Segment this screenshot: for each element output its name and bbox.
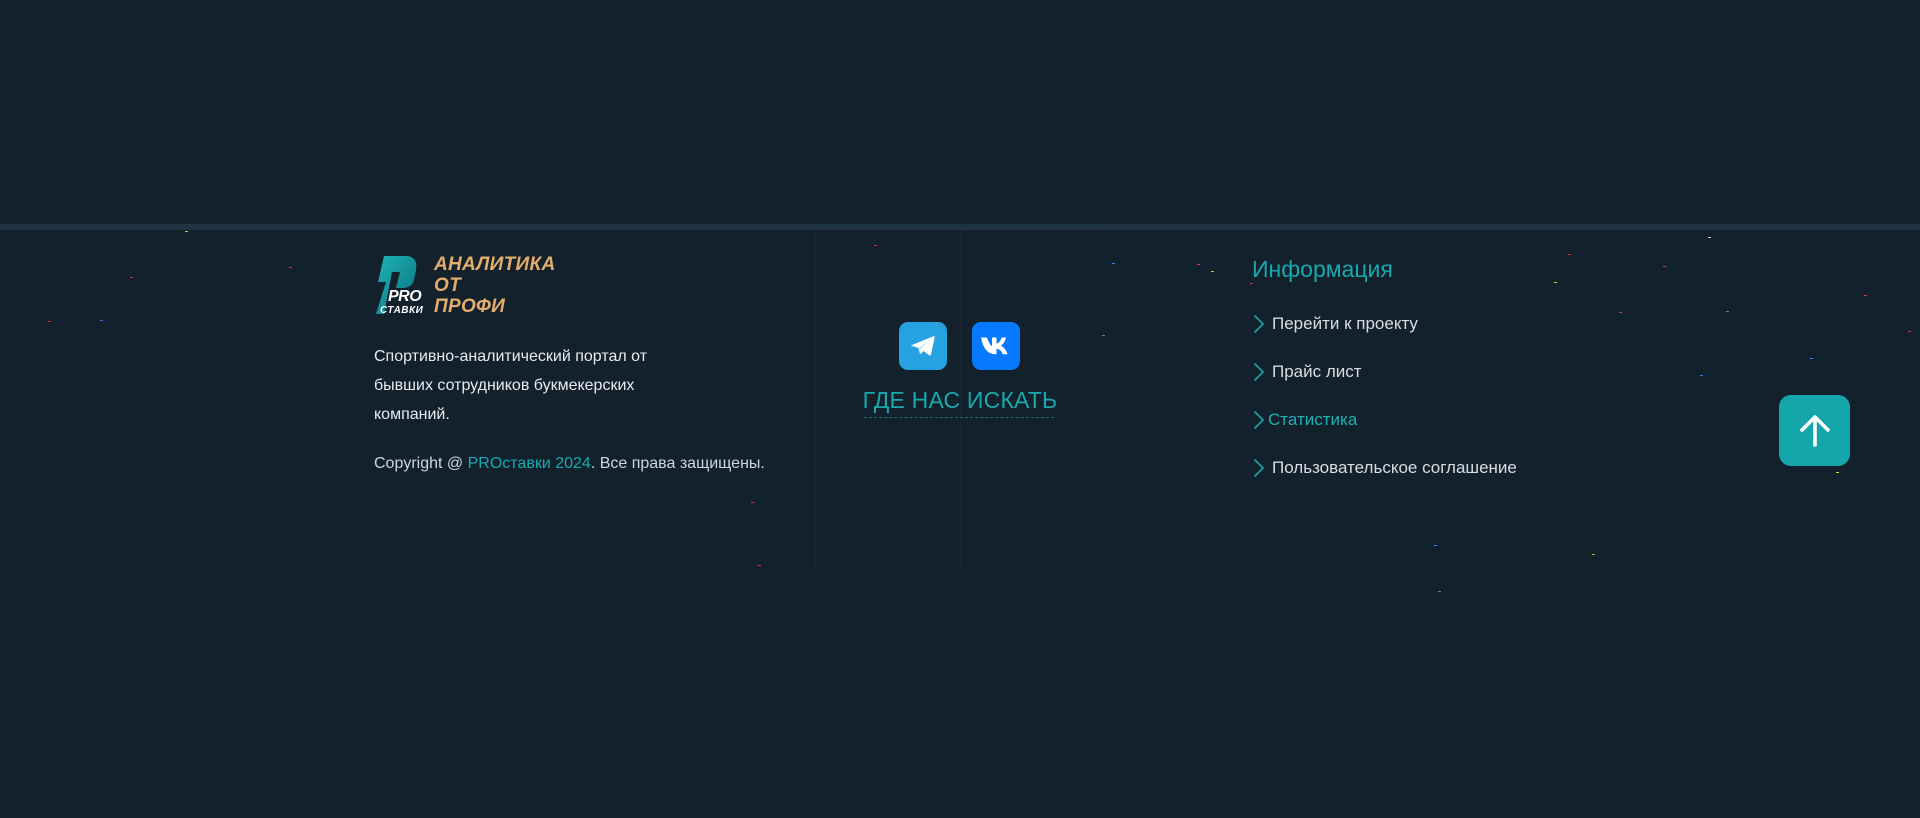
info-links: Перейти к проекту Прайс лист Статистика … [1252, 300, 1517, 492]
site-logo[interactable]: PRO СТАВКИ АНАЛИТИКА ОТ ПРОФИ [374, 254, 574, 320]
copyright-prefix: Copyright @ [374, 455, 468, 472]
logo-tagline: АНАЛИТИКА ОТ ПРОФИ [434, 254, 556, 317]
content-area [0, 0, 1920, 224]
chevron-right-icon [1252, 409, 1266, 431]
info-link-label: Перейти к проекту [1272, 314, 1418, 333]
logo-tagline-line: АНАЛИТИКА [434, 254, 556, 275]
info-link-label: Прайс лист [1272, 362, 1362, 381]
logo-tagline-line: ОТ [434, 275, 461, 296]
info-link-statistics[interactable]: Статистика [1252, 396, 1517, 444]
arrow-up-icon [1799, 414, 1830, 447]
logo-stavki-text: СТАВКИ [380, 305, 424, 316]
find-us-heading[interactable]: ГДЕ НАС ИСКАТЬ [860, 385, 1060, 415]
about-text: Спортивно-аналитический портал от бывших… [374, 348, 648, 423]
copyright: Copyright @ PROставки 2024. Все права за… [374, 452, 765, 476]
info-link-agreement[interactable]: Пользовательское соглашение [1252, 444, 1517, 492]
telegram-icon [911, 336, 935, 356]
copyright-suffix: . Все права защищены. [590, 455, 765, 472]
find-us-underline [864, 417, 1054, 418]
info-title: Информация [1252, 256, 1393, 282]
vk-icon [981, 337, 1008, 355]
info-link-label: Пользовательское соглашение [1272, 458, 1517, 477]
page: PRO СТАВКИ АНАЛИТИКА ОТ ПРОФИ Спортивно-… [0, 0, 1920, 818]
chevron-right-icon [1252, 361, 1266, 383]
chevron-right-icon [1252, 457, 1266, 479]
copyright-brand-link[interactable]: PROставки 2024 [468, 455, 591, 472]
social-links [899, 322, 1025, 372]
logo-tagline-line: ПРОФИ [434, 296, 506, 317]
vk-button[interactable] [972, 322, 1020, 370]
info-link-project[interactable]: Перейти к проекту [1252, 300, 1517, 348]
info-link-label: Статистика [1268, 410, 1358, 429]
scroll-to-top-button[interactable] [1779, 395, 1850, 466]
logo-pro-text: PRO [388, 288, 422, 305]
chevron-right-icon [1252, 313, 1266, 335]
telegram-button[interactable] [899, 322, 947, 370]
info-link-price[interactable]: Прайс лист [1252, 348, 1517, 396]
